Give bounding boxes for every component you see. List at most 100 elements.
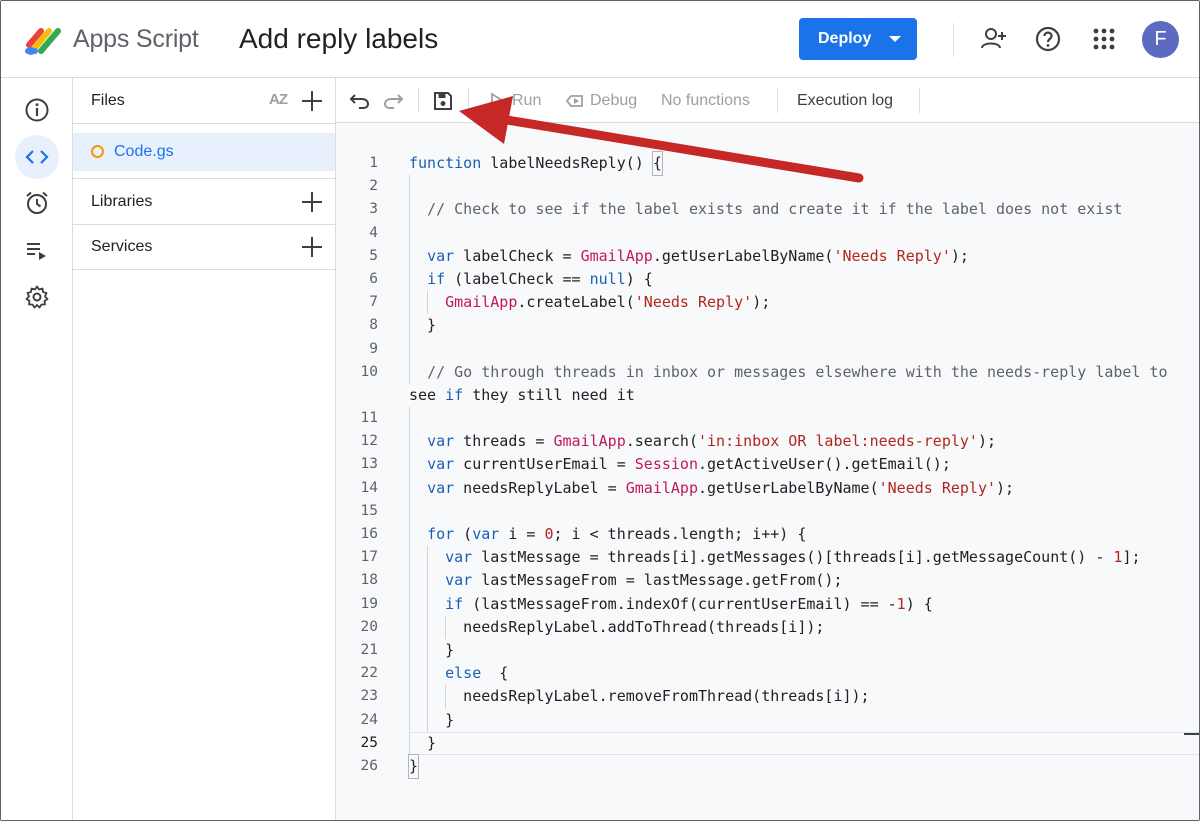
debug-icon [565, 94, 583, 107]
code-line[interactable]: 2 [336, 175, 1199, 199]
code-line[interactable]: 4 [336, 221, 1199, 245]
rail-triggers[interactable] [15, 181, 59, 225]
code-line[interactable]: 19 if (lastMessageFrom.indexOf(currentUs… [336, 592, 1199, 616]
apps-grid-button[interactable] [1088, 23, 1120, 55]
line-number: 21 [360, 641, 378, 658]
indent-guide [409, 407, 410, 431]
share-button[interactable] [978, 23, 1010, 55]
add-service-icon[interactable] [301, 236, 323, 258]
code-text: for (var i = 0; i < threads.length; i++)… [427, 525, 807, 543]
rail-settings[interactable] [15, 275, 59, 319]
project-title[interactable]: Add reply labels [239, 23, 438, 55]
code-line[interactable]: 7 GmailApp.createLabel('Needs Reply'); [336, 291, 1199, 315]
code-text: see if they still need it [409, 385, 635, 404]
code-text: // Go through threads in inbox or messag… [427, 362, 1168, 381]
code-text: var threads = GmailApp.search('in:inbox … [427, 432, 997, 451]
file-name: Code.gs [114, 143, 174, 160]
code-text: } [407, 753, 420, 780]
line-number: 10 [360, 363, 378, 380]
code-line[interactable]: 1 function labelNeedsReply() { [336, 150, 1199, 177]
files-panel: Files AZ Code.gs Libraries Services [73, 78, 336, 820]
code-line[interactable]: 22 else { [336, 662, 1199, 686]
code-line[interactable]: 5 var labelCheck = GmailApp.getUserLabel… [336, 244, 1199, 268]
deploy-button[interactable]: Deploy [799, 18, 917, 60]
line-number: 23 [360, 688, 378, 705]
code-line[interactable]: 21 } [336, 638, 1199, 663]
line-number: 6 [369, 270, 378, 287]
undo-button[interactable] [349, 78, 371, 123]
undo-icon [349, 93, 370, 109]
line-number: 8 [369, 317, 378, 334]
code-line[interactable]: 14 var needsReplyLabel = GmailApp.getUse… [336, 476, 1199, 500]
code-text: needsReplyLabel.removeFromThread(threads… [409, 687, 870, 706]
debug-label: Debug [590, 91, 638, 109]
code-line[interactable]: 16 for (var i = 0; i < threads.length; i… [336, 523, 1199, 547]
file-item[interactable]: Code.gs [73, 133, 335, 171]
window-frame: Apps Script Add reply labels Deploy F Fi… [0, 0, 1200, 821]
apps-grid-icon [1093, 28, 1115, 50]
indent-guide [409, 175, 410, 199]
code-line[interactable]: 20 needsReplyLabel.addToThread(threads[i… [336, 615, 1199, 639]
function-select[interactable]: No functions [661, 78, 750, 123]
execution-log-button[interactable]: Execution log [797, 78, 893, 123]
services-title: Services [91, 237, 153, 255]
run-button[interactable]: Run [488, 78, 541, 123]
top-app-bar: Apps Script Add reply labels Deploy F [1, 1, 1199, 78]
code-text: var lastMessageFrom = lastMessage.getFro… [445, 571, 843, 590]
code-line[interactable]: 10 // Go through threads in inbox or mes… [336, 360, 1199, 384]
app-name[interactable]: Apps Script [73, 25, 199, 54]
code-text: if (labelCheck == null) { [427, 269, 653, 288]
rail-editor[interactable] [15, 135, 59, 179]
executions-icon [27, 243, 46, 260]
sort-az-icon[interactable]: AZ [269, 91, 288, 108]
apps-script-logo-icon[interactable] [25, 23, 65, 57]
code-line[interactable]: see if they still need it [336, 384, 1199, 407]
code-text: if (lastMessageFrom.indexOf(currentUserE… [445, 594, 933, 613]
code-line[interactable]: 9 [336, 337, 1199, 361]
execution-log-label: Execution log [797, 91, 894, 109]
add-file-icon[interactable] [301, 90, 323, 112]
help-button[interactable] [1032, 23, 1064, 55]
code-text: } [409, 640, 455, 659]
code-line[interactable]: 8 } [336, 314, 1199, 338]
code-line[interactable]: 12 var threads = GmailApp.search('in:inb… [336, 430, 1199, 454]
line-number: 18 [360, 572, 378, 589]
code-line[interactable]: 25 } [336, 731, 1199, 755]
code-line[interactable]: 17 var lastMessage = threads[i].getMessa… [336, 546, 1199, 570]
code-line[interactable]: 26} [336, 753, 1199, 780]
debug-button[interactable]: Debug [565, 78, 637, 123]
editor-toolbar: Run Debug No functions Execution log [336, 78, 1199, 123]
line-number: 1 [369, 155, 378, 171]
redo-button[interactable] [382, 78, 404, 123]
code-line[interactable]: 24 } [336, 708, 1199, 732]
add-library-icon[interactable] [301, 191, 323, 213]
code-line[interactable]: 18 var lastMessageFrom = lastMessage.get… [336, 569, 1199, 593]
indent-guide [409, 499, 410, 523]
line-number: 2 [369, 178, 378, 195]
line-number: 9 [369, 340, 378, 357]
info-icon [25, 98, 49, 122]
line-number: 24 [360, 711, 378, 728]
help-icon [1035, 26, 1061, 52]
function-select-value: No functions [661, 91, 750, 109]
caret-down-icon [889, 36, 901, 42]
code-text: else { [445, 664, 509, 683]
code-line[interactable]: 23 needsReplyLabel.removeFromThread(thre… [336, 685, 1199, 709]
code-line[interactable]: 15 [336, 499, 1199, 523]
save-button[interactable] [432, 78, 454, 123]
line-number: 14 [360, 479, 378, 496]
avatar[interactable]: F [1142, 21, 1179, 58]
code-line[interactable]: 13 var currentUserEmail = Session.getAct… [336, 453, 1199, 477]
add-person-icon [981, 28, 1006, 49]
indent-guide [409, 337, 410, 361]
divider [418, 88, 419, 113]
code-line[interactable]: 6 if (labelCheck == null) { [336, 267, 1199, 292]
code-line[interactable]: 3 // Check to see if the label exists an… [336, 198, 1199, 222]
code-editor[interactable]: 1 function labelNeedsReply() {2 3 // Check… [336, 123, 1199, 820]
code-line[interactable]: 11 [336, 407, 1199, 431]
rail-executions[interactable] [15, 228, 59, 272]
line-number: 7 [369, 294, 378, 311]
code-lines[interactable]: 1 function labelNeedsReply() {2 3 // Check… [336, 150, 1199, 780]
rail-overview[interactable] [15, 88, 59, 132]
scrollbar-marker[interactable] [1184, 733, 1199, 735]
